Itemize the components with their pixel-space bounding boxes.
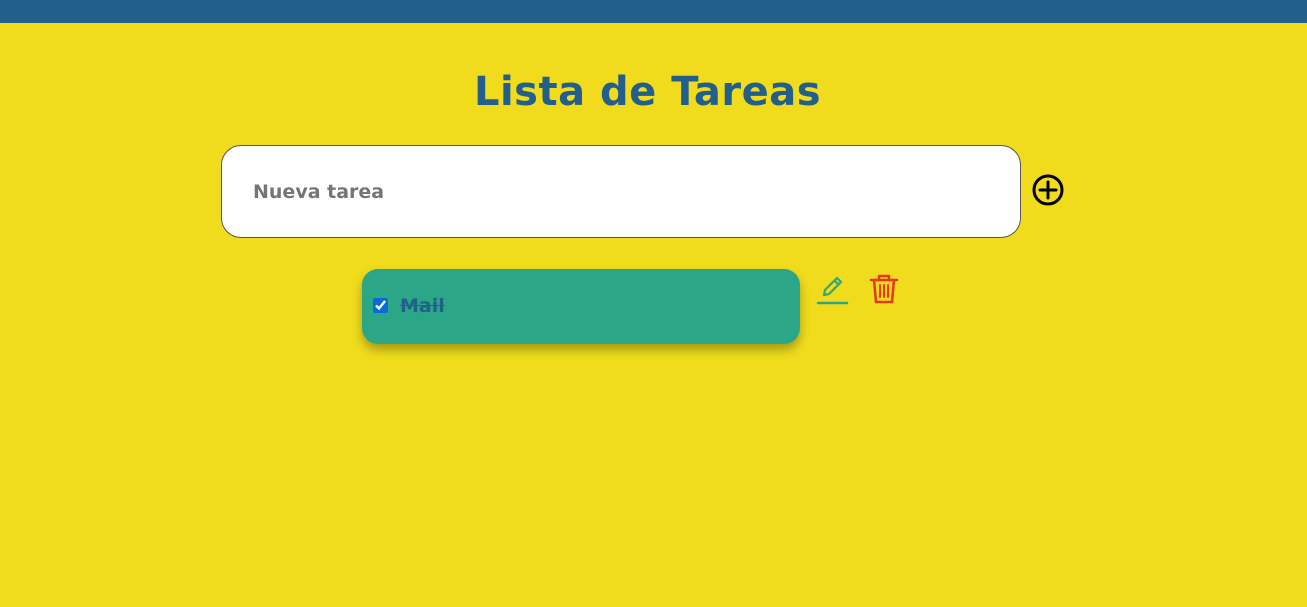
top-bar [0, 0, 1307, 23]
trash-icon [869, 274, 899, 304]
pencil-icon [816, 276, 849, 305]
add-task-button[interactable] [1030, 172, 1066, 208]
task-checkbox[interactable] [373, 298, 388, 313]
new-task-input[interactable] [221, 145, 1021, 238]
task-text: Mail [400, 295, 445, 317]
page-title: Lista de Tareas [473, 69, 821, 115]
delete-task-button[interactable] [867, 272, 901, 306]
task-item: Mail [362, 269, 800, 344]
edit-task-button[interactable] [815, 272, 849, 306]
plus-circle-icon [1032, 174, 1064, 206]
